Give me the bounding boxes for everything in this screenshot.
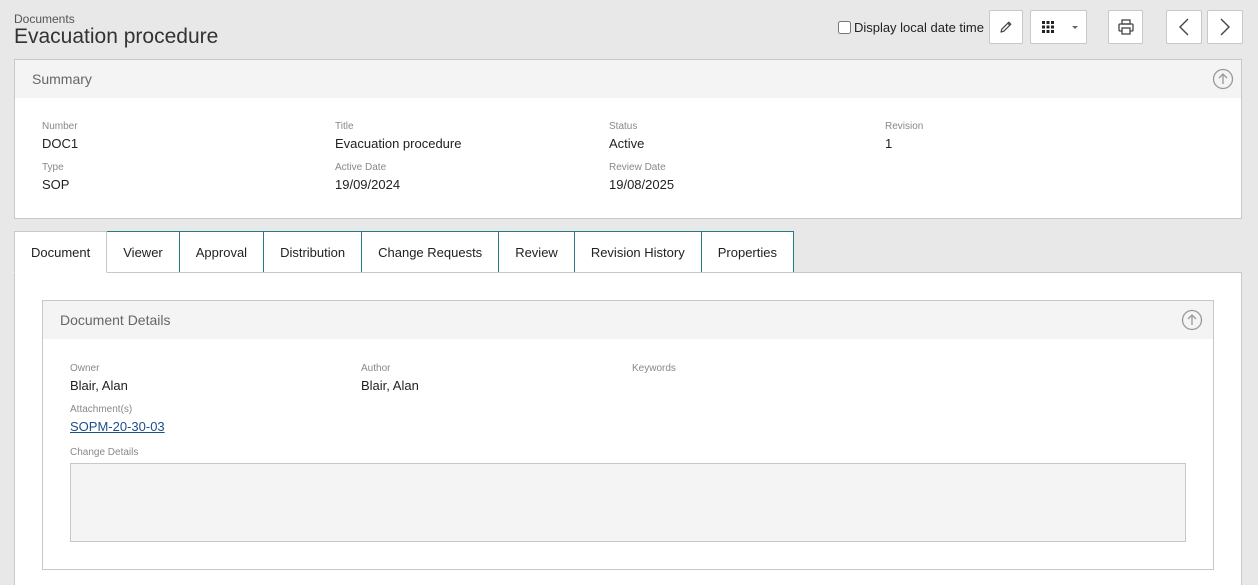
title-value: Evacuation procedure — [335, 136, 462, 151]
keywords-label: Keywords — [632, 363, 676, 374]
active-date-label: Active Date — [335, 162, 387, 173]
chevron-left-icon — [1179, 18, 1189, 36]
owner-field: Owner Blair, Alan — [70, 363, 128, 394]
summary-panel: Summary Number DOC1 Title Evacuation pro… — [14, 59, 1242, 219]
number-field: Number DOC1 — [42, 121, 78, 152]
review-date-label: Review Date — [609, 162, 666, 173]
attachment-link[interactable]: SOPM-20-30-03 — [70, 419, 165, 434]
active-date-value: 19/09/2024 — [335, 177, 401, 192]
printer-icon — [1117, 19, 1134, 35]
author-value: Blair, Alan — [361, 378, 419, 393]
toolbar: Display local date time — [837, 10, 1243, 44]
tab-change-requests[interactable]: Change Requests — [362, 231, 500, 273]
local-date-checkbox[interactable] — [837, 20, 851, 34]
document-details-header: Document Details — [43, 301, 1213, 339]
tab-viewer[interactable]: Viewer — [107, 231, 180, 273]
status-field: Status Active — [609, 121, 644, 152]
tab-revision-history[interactable]: Revision History — [574, 231, 702, 273]
chevron-right-icon — [1220, 18, 1230, 36]
change-details-textarea[interactable] — [70, 463, 1186, 542]
review-date-field: Review Date 19/08/2025 — [609, 162, 674, 193]
status-value: Active — [609, 136, 645, 151]
review-date-value: 19/08/2025 — [609, 177, 675, 192]
active-date-field: Active Date 19/09/2024 — [335, 162, 400, 193]
pencil-icon — [1000, 21, 1012, 33]
type-field: Type SOP — [42, 162, 69, 193]
number-value: DOC1 — [42, 136, 79, 151]
print-button[interactable] — [1108, 10, 1143, 44]
tab-document[interactable]: Document — [14, 231, 108, 273]
collapse-up-icon[interactable] — [1181, 309, 1203, 331]
title-field: Title Evacuation procedure — [335, 121, 461, 152]
page-header: Documents Evacuation procedure — [14, 12, 218, 49]
type-value: SOP — [42, 177, 70, 192]
keywords-field: Keywords — [632, 363, 676, 378]
type-label: Type — [42, 162, 64, 173]
tab-distribution[interactable]: Distribution — [264, 231, 363, 273]
change-details-label: Change Details — [70, 447, 139, 458]
previous-button[interactable] — [1166, 10, 1202, 44]
local-date-toggle[interactable]: Display local date time — [837, 19, 984, 35]
revision-value: 1 — [885, 136, 893, 151]
change-details-field: Change Details — [70, 447, 138, 459]
status-label: Status — [609, 121, 638, 132]
author-label: Author — [361, 363, 391, 374]
summary-title: Summary — [32, 71, 92, 87]
attachments-field: Attachment(s) SOPM-20-30-03 — [70, 404, 165, 435]
tab-bar: Document Viewer Approval Distribution Ch… — [14, 231, 794, 273]
edit-button[interactable] — [989, 10, 1023, 44]
document-details-title: Document Details — [60, 312, 171, 328]
owner-value: Blair, Alan — [70, 378, 128, 393]
summary-header: Summary — [15, 60, 1241, 98]
collapse-up-icon[interactable] — [1212, 68, 1234, 90]
next-button[interactable] — [1207, 10, 1243, 44]
grid-menu-icon — [1042, 21, 1054, 33]
revision-label: Revision — [885, 121, 924, 132]
page-title: Evacuation procedure — [14, 25, 219, 48]
owner-label: Owner — [70, 363, 100, 374]
revision-field: Revision 1 — [885, 121, 923, 152]
author-field: Author Blair, Alan — [361, 363, 419, 394]
tab-properties[interactable]: Properties — [701, 231, 794, 273]
tab-content: Document Details Owner Blair, Alan Autho… — [14, 272, 1242, 585]
document-details-panel: Document Details Owner Blair, Alan Autho… — [42, 300, 1214, 570]
local-date-label: Display local date time — [853, 19, 984, 35]
breadcrumb[interactable]: Documents — [14, 12, 218, 26]
number-label: Number — [42, 121, 78, 132]
tab-approval[interactable]: Approval — [179, 231, 265, 273]
title-label: Title — [335, 121, 354, 132]
tab-review[interactable]: Review — [499, 231, 575, 273]
apps-menu-button[interactable] — [1030, 10, 1087, 44]
attachments-label: Attachment(s) — [70, 404, 133, 415]
chevron-down-icon — [1072, 25, 1078, 29]
